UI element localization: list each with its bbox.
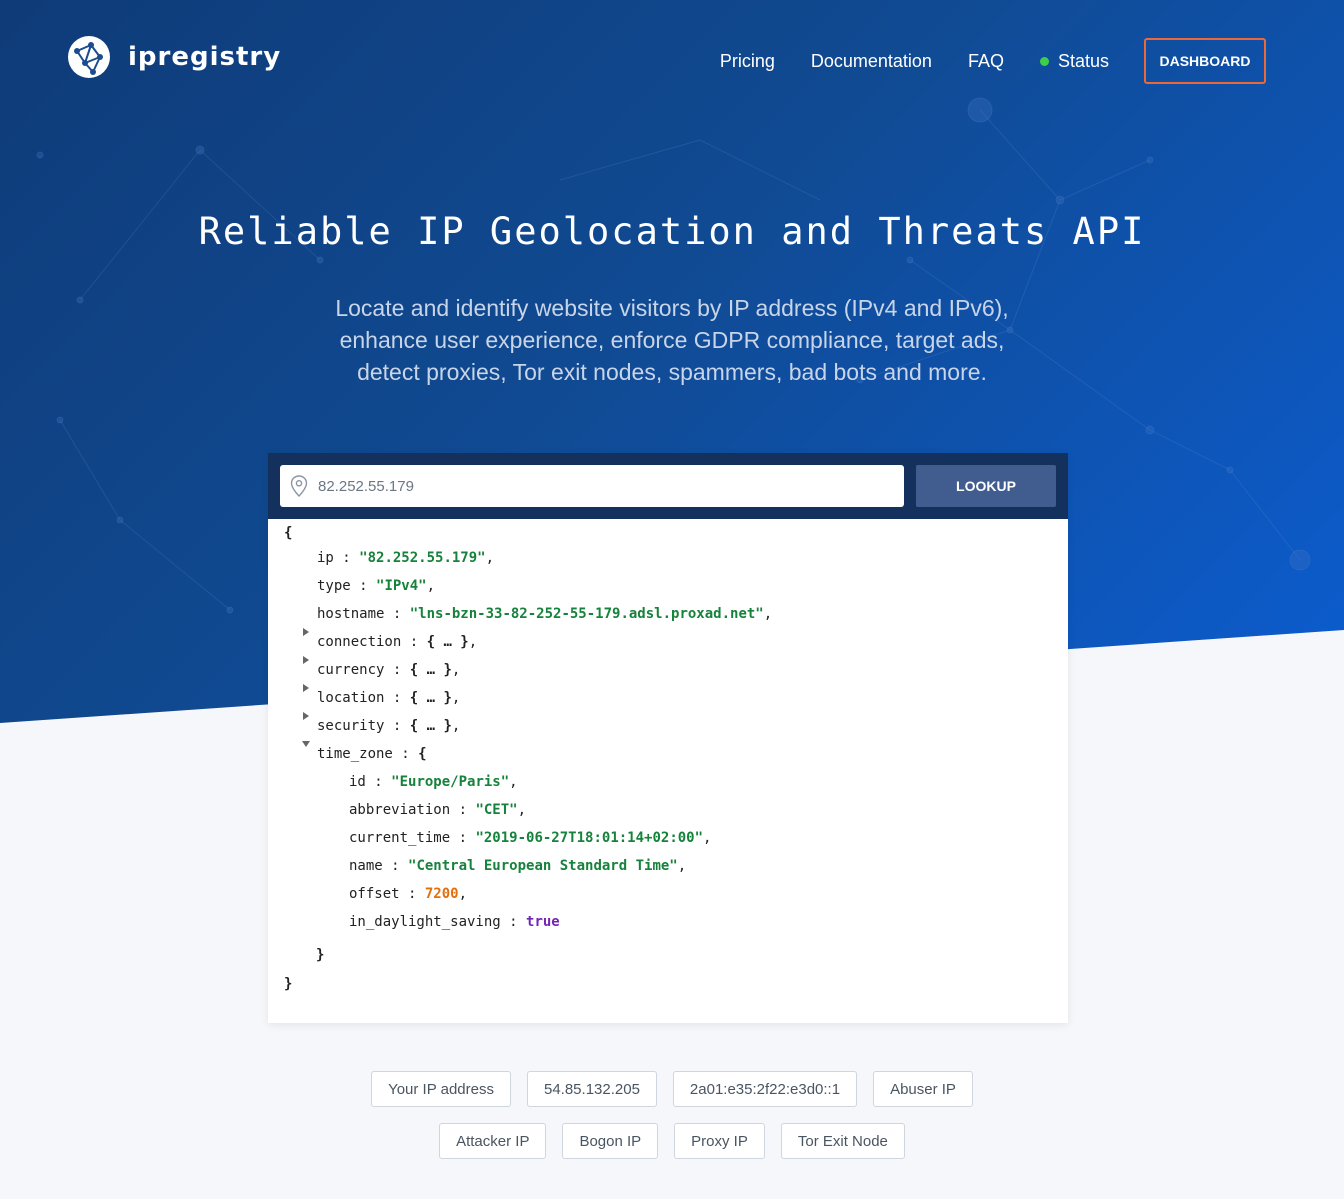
collapse-arrow-icon[interactable] <box>302 741 310 747</box>
quick-lookup-ipv6[interactable]: 2a01:e35:2f22:e3d0::1 <box>672 1071 858 1107</box>
json-value: "IPv4" <box>376 578 427 594</box>
quick-lookup-tor-exit-node[interactable]: Tor Exit Node <box>780 1123 905 1159</box>
quick-lookup-attacker-ip[interactable]: Attacker IP <box>439 1123 547 1159</box>
expand-arrow-icon[interactable] <box>303 628 309 636</box>
json-field-tz-daylight-saving: in_daylight_saving : true <box>349 914 560 930</box>
hero-subtitle-line: detect proxies, Tor exit nodes, spammers… <box>357 359 987 385</box>
json-field-tz-abbreviation: abbreviation : "CET", <box>349 802 527 818</box>
json-field-tz-current-time: current_time : "2019-06-27T18:01:14+02:0… <box>349 830 712 846</box>
status-dot-icon <box>1039 56 1049 66</box>
json-value: "lns-bzn-33-82-252-55-179.adsl.proxad.ne… <box>409 606 764 622</box>
nav-faq[interactable]: FAQ <box>968 41 1004 81</box>
json-close-brace: } <box>316 947 325 963</box>
json-key: hostname <box>317 606 385 622</box>
json-open-brace: { <box>418 746 427 762</box>
lookup-button[interactable]: LOOKUP <box>916 465 1056 507</box>
json-field-time-zone[interactable]: time_zone : { <box>317 744 427 764</box>
json-field-hostname: hostname : "lns-bzn-33-82-252-55-179.ads… <box>317 606 773 622</box>
brand-name: ipregistry <box>128 42 282 72</box>
json-field-ip: ip : "82.252.55.179", <box>317 550 495 566</box>
json-key: offset <box>349 886 400 902</box>
json-field-tz-id: id : "Europe/Paris", <box>349 774 518 790</box>
quick-lookup-your-ip[interactable]: Your IP address <box>371 1071 511 1107</box>
quick-lookup-proxy-ip[interactable]: Proxy IP <box>674 1123 765 1159</box>
json-collapsed-value: { … } <box>409 718 452 734</box>
json-key: ip <box>317 550 334 566</box>
json-key: time_zone <box>317 746 393 762</box>
json-value: "CET" <box>475 802 518 818</box>
ip-search-box <box>280 465 904 507</box>
json-value: 7200 <box>424 886 459 902</box>
json-key: id <box>349 774 366 790</box>
json-field-connection[interactable]: connection : { … }, <box>317 632 477 652</box>
json-value: "82.252.55.179" <box>359 550 486 566</box>
ip-search-input[interactable] <box>318 477 878 495</box>
json-key: type <box>317 578 351 594</box>
json-collapsed-value: { … } <box>409 662 452 678</box>
expand-arrow-icon[interactable] <box>303 656 309 664</box>
json-value: true <box>526 914 560 930</box>
json-field-tz-offset: offset : 7200, <box>349 886 468 902</box>
dashboard-button[interactable]: DASHBOARD <box>1144 38 1266 84</box>
json-key: currency <box>317 662 385 678</box>
json-key: security <box>317 718 385 734</box>
quick-lookup-bogon-ip[interactable]: Bogon IP <box>562 1123 659 1159</box>
json-key: abbreviation <box>349 802 451 818</box>
main-nav: Pricing Documentation FAQ Status DASHBOA… <box>684 38 1266 84</box>
location-pin-icon <box>290 475 308 497</box>
expand-arrow-icon[interactable] <box>303 684 309 692</box>
json-field-tz-name: name : "Central European Standard Time", <box>349 858 687 874</box>
json-key: in_daylight_saving <box>349 914 501 930</box>
json-field-type: type : "IPv4", <box>317 578 436 594</box>
hero-title: Reliable IP Geolocation and Threats API <box>198 210 1146 253</box>
json-key: name <box>349 858 383 874</box>
json-collapsed-value: { … } <box>426 634 469 650</box>
json-value: "2019-06-27T18:01:14+02:00" <box>475 830 704 846</box>
json-value: "Europe/Paris" <box>391 774 510 790</box>
brand-logo[interactable]: ipregistry <box>67 35 281 79</box>
json-close-brace: } <box>284 976 293 992</box>
quick-lookup-ipv4[interactable]: 54.85.132.205 <box>526 1071 657 1107</box>
hero-subtitle: Locate and identify website visitors by … <box>0 292 1344 388</box>
json-value: "Central European Standard Time" <box>408 858 678 874</box>
nav-status-label: Status <box>1057 50 1109 71</box>
expand-arrow-icon[interactable] <box>303 712 309 720</box>
quick-lookup-row: Your IP address 54.85.132.205 2a01:e35:2… <box>0 1071 1344 1107</box>
quick-lookup-abuser-ip[interactable]: Abuser IP <box>873 1071 973 1107</box>
json-field-currency[interactable]: currency : { … }, <box>317 660 460 680</box>
globe-network-icon <box>68 36 110 78</box>
lookup-panel: LOOKUP { ip : "82.252.55.179", type : "I… <box>268 453 1068 1023</box>
json-key: connection <box>317 634 402 650</box>
lookup-bar: LOOKUP <box>268 453 1068 519</box>
hero-subtitle-line: Locate and identify website visitors by … <box>335 295 1009 321</box>
json-field-location[interactable]: location : { … }, <box>317 688 460 708</box>
json-collapsed-value: { … } <box>409 690 452 706</box>
json-key: current_time <box>349 830 451 846</box>
json-open-brace: { <box>284 525 293 541</box>
nav-pricing[interactable]: Pricing <box>720 41 775 81</box>
json-field-security[interactable]: security : { … }, <box>317 716 460 736</box>
nav-documentation[interactable]: Documentation <box>811 41 932 81</box>
hero-subtitle-line: enhance user experience, enforce GDPR co… <box>339 327 1005 353</box>
quick-lookup-row: Attacker IP Bogon IP Proxy IP Tor Exit N… <box>0 1123 1344 1159</box>
json-key: location <box>317 690 385 706</box>
nav-status[interactable]: Status <box>1039 41 1109 81</box>
